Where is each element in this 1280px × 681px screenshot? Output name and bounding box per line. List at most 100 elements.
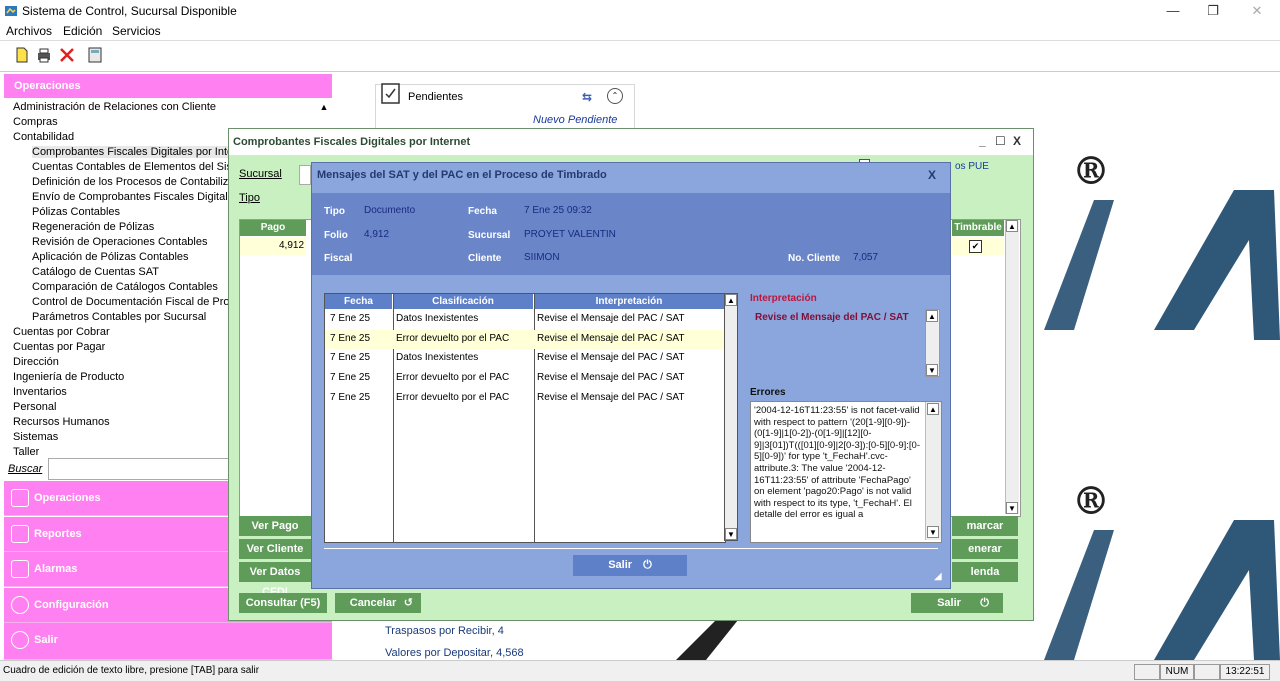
- title-bar: Sistema de Control, Sucursal Disponible …: [0, 0, 1280, 22]
- ver-pago-button[interactable]: Ver Pago: [239, 516, 311, 536]
- window-title: Sistema de Control, Sucursal Disponible: [22, 4, 237, 18]
- sat-salir-button[interactable]: Salir ⏻: [573, 555, 687, 576]
- scroll-down-button[interactable]: ▼: [927, 526, 939, 538]
- app-icon: [5, 6, 17, 16]
- tree-item[interactable]: Aplicación de Pólizas Contables: [32, 251, 189, 263]
- tree-item[interactable]: Inventarios: [13, 386, 67, 398]
- nav-label: Configuración: [34, 599, 109, 611]
- resize-grip-icon[interactable]: ◢: [934, 571, 942, 582]
- close-button[interactable]: ✕: [1234, 0, 1280, 22]
- tree-item[interactable]: Control de Documentación Fiscal de Prove…: [32, 296, 228, 308]
- cancelar-button[interactable]: Cancelar ↺: [335, 593, 421, 613]
- table-row[interactable]: 7 Ene 25 Error devuelto por el PAC Revise …: [325, 389, 725, 408]
- collapse-icon[interactable]: ⌃: [607, 88, 623, 104]
- sat-info-panel: Tipo Documento Fecha 7 Ene 25 09:32 Foli…: [312, 193, 950, 275]
- tree-item[interactable]: Comprobantes Fiscales Digitales por Inte…: [32, 146, 228, 158]
- sat-close-button[interactable]: X: [928, 168, 936, 182]
- fecha-cell: 7 Ene 25: [330, 391, 371, 403]
- menu-edicion[interactable]: Edición: [63, 24, 102, 38]
- timbrable-column-header[interactable]: Timbrable: [952, 220, 1004, 236]
- messages-grid: Fecha Clasificación Interpretación 7 Ene…: [324, 293, 726, 543]
- fecha-column-header[interactable]: Fecha: [325, 294, 393, 309]
- refresh-icon[interactable]: ⇆: [582, 90, 592, 104]
- ver-datos-cfdi-button[interactable]: Ver Datos CFDI: [239, 562, 311, 598]
- scroll-up-button[interactable]: ▲: [927, 403, 939, 415]
- cfdi-minimize-button[interactable]: _: [979, 134, 986, 148]
- tree-item[interactable]: Ingeniería de Producto: [13, 371, 124, 383]
- tree-item[interactable]: Dirección: [13, 356, 59, 368]
- tree-item[interactable]: Personal: [13, 401, 56, 413]
- tree-item[interactable]: Recursos Humanos: [13, 416, 110, 428]
- table-row[interactable]: 7 Ene 25 Datos Inexistentes Revise el Mens…: [325, 310, 725, 329]
- tree-item[interactable]: Comparación de Catálogos Contables: [32, 281, 218, 293]
- tree-item[interactable]: Regeneración de Pólizas: [32, 221, 154, 233]
- tree-item[interactable]: Taller: [13, 446, 39, 458]
- tree-item[interactable]: Catálogo de Cuentas SAT: [32, 266, 159, 278]
- cfdi-close-button[interactable]: X: [1013, 134, 1021, 148]
- timbrable-checkbox[interactable]: ✔: [969, 240, 982, 253]
- print-icon[interactable]: [35, 46, 53, 64]
- menu-servicios[interactable]: Servicios: [112, 24, 161, 38]
- tree-item[interactable]: Cuentas por Cobrar: [13, 326, 110, 338]
- delete-icon[interactable]: [58, 46, 76, 64]
- sucursal-input[interactable]: [299, 165, 311, 185]
- toolbar: [0, 40, 1280, 72]
- scroll-down-button[interactable]: ▼: [725, 528, 737, 540]
- sucursal-value: PROYET VALENTIN: [524, 229, 616, 240]
- tree-item[interactable]: Cuentas por Pagar: [13, 341, 105, 353]
- tree-item[interactable]: Pólizas Contables: [32, 206, 120, 218]
- tree-item[interactable]: Sistemas: [13, 431, 58, 443]
- alarm-icon: [11, 560, 29, 578]
- new-document-icon[interactable]: [13, 46, 31, 64]
- table-row[interactable]: 7 Ene 25 Error devuelto por el PAC Revise …: [325, 369, 725, 388]
- traspasos-link[interactable]: Traspasos por Recibir, 4: [385, 625, 504, 637]
- num-indicator: NUM: [1160, 664, 1194, 680]
- table-row[interactable]: 7 Ene 25 Datos Inexistentes Revise el Mens…: [325, 349, 725, 368]
- tree-item[interactable]: Parámetros Contables por Sucursal: [32, 311, 206, 323]
- interpretacion-column-header[interactable]: Interpretación: [534, 294, 725, 309]
- interpretacion-scrollbar[interactable]: ▲ ▼: [925, 309, 940, 377]
- power-icon: [11, 631, 29, 649]
- scroll-down-button[interactable]: ▼: [1006, 502, 1018, 514]
- calculator-icon[interactable]: [86, 46, 104, 64]
- tree-item[interactable]: Cuentas Contables de Elementos del Siste…: [32, 161, 228, 173]
- divider: [324, 548, 938, 549]
- tree-item[interactable]: Revisión de Operaciones Contables: [32, 236, 208, 248]
- errores-scrollbar[interactable]: ▲ ▼: [925, 402, 941, 540]
- cancelar-label: Cancelar: [349, 597, 397, 609]
- clasificacion-column-header[interactable]: Clasificación: [393, 294, 534, 309]
- nav-salir-button[interactable]: Salir: [4, 623, 332, 660]
- tree-item[interactable]: Contabilidad: [13, 131, 74, 143]
- sat-titlebar: Mensajes del SAT y del PAC en el Proceso…: [312, 163, 950, 191]
- grid-scrollbar[interactable]: ▲ ▼: [724, 293, 738, 541]
- maximize-button[interactable]: ❐: [1190, 0, 1236, 22]
- scroll-down-button[interactable]: ▼: [926, 364, 938, 376]
- menu-archivos[interactable]: Archivos: [6, 24, 52, 38]
- tree-item[interactable]: Envío de Comprobantes Fiscales Digitales: [32, 191, 228, 203]
- scroll-up-button[interactable]: ▲: [1006, 220, 1018, 232]
- tree-item[interactable]: Compras: [13, 116, 58, 128]
- errores-textbox[interactable]: '2004-12-16T11:23:55' is not facet-valid…: [750, 401, 942, 543]
- ver-cliente-button[interactable]: Ver Cliente: [239, 539, 311, 559]
- table-row[interactable]: 7 Ene 25 Error devuelto por el PAC Revise …: [325, 329, 725, 349]
- scroll-up-button[interactable]: ▲: [725, 294, 737, 306]
- scroll-up-button[interactable]: ▲: [926, 310, 938, 322]
- tree-item[interactable]: Definición de los Procesos de Contabiliz…: [32, 176, 228, 188]
- cfdi-maximize-button[interactable]: ☐: [995, 134, 1006, 148]
- report-icon: [11, 525, 29, 543]
- tree-scroll-up-button[interactable]: ▲: [318, 102, 330, 114]
- nuevo-pendiente-link[interactable]: Nuevo Pendiente: [533, 114, 617, 126]
- nav-label: Alarmas: [34, 563, 78, 575]
- folio-value: 4,912: [364, 229, 390, 240]
- sat-title: Mensajes del SAT y del PAC en el Proceso…: [317, 169, 607, 181]
- marcar-button[interactable]: marcar: [952, 516, 1018, 536]
- search-input[interactable]: [48, 458, 230, 480]
- cfdi-grid-scrollbar[interactable]: ▲ ▼: [1005, 220, 1019, 514]
- regenerar-button[interactable]: enerar: [952, 539, 1018, 559]
- leyenda-button[interactable]: lenda: [952, 562, 1018, 582]
- pago-column-header[interactable]: Pago: [240, 220, 306, 236]
- consultar-button[interactable]: Consultar (F5): [239, 593, 327, 613]
- valores-link[interactable]: Valores por Depositar, 4,568: [385, 647, 524, 659]
- tree-item[interactable]: Administración de Relaciones con Cliente: [13, 101, 216, 113]
- cfdi-salir-button[interactable]: Salir ⏻: [911, 593, 1003, 613]
